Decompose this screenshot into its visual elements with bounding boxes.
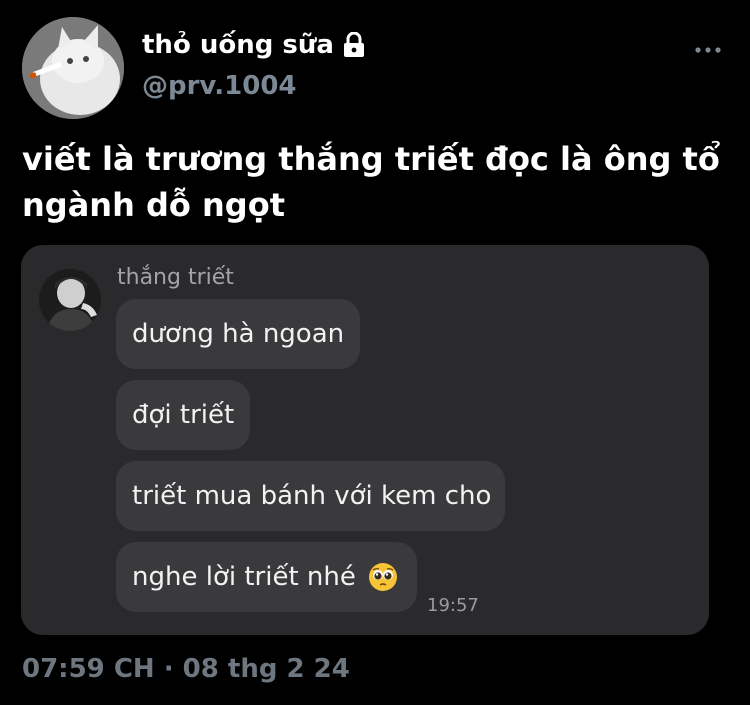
cat-avatar-icon (22, 17, 124, 119)
tweet-media-image[interactable]: thắng triết dương hà ngoan đợi triết tri… (21, 245, 709, 635)
sender-avatar (39, 269, 101, 331)
message-text: nghe lời triết nhé (132, 562, 356, 592)
timestamp-separator: · (163, 654, 174, 684)
tweet-time: 07:59 CH (22, 654, 155, 684)
tweet-text: viết là trương thắng triết đọc là ông tổ… (22, 140, 720, 224)
pleading-face-emoji-icon (368, 562, 398, 592)
tweet-timestamp[interactable]: 07:59 CH · 08 thg 2 24 (22, 654, 350, 684)
display-name[interactable]: thỏ uống sữa (142, 30, 334, 60)
message-bubble: đợi triết (116, 380, 250, 450)
sender-name: thắng triết (117, 265, 234, 290)
tweet-date: 08 thg 2 24 (182, 654, 350, 684)
author-name-row: thỏ uống sữa (142, 27, 366, 63)
author-handle[interactable]: @prv.1004 (142, 71, 297, 101)
more-horizontal-icon (695, 47, 721, 53)
message-text: đợi triết (132, 400, 235, 430)
message-bubble: dương hà ngoan (116, 299, 360, 369)
message-text: dương hà ngoan (132, 319, 345, 349)
message-text: triết mua bánh với kem cho (132, 481, 492, 511)
message-bubble: triết mua bánh với kem cho (116, 461, 505, 531)
message-bubble: nghe lời triết nhé (116, 542, 417, 612)
lock-icon (342, 32, 366, 58)
message-time: 19:57 (427, 595, 479, 616)
more-options-button[interactable] (690, 36, 726, 64)
author-avatar[interactable] (22, 17, 124, 119)
profile-avatar-icon (39, 269, 101, 331)
